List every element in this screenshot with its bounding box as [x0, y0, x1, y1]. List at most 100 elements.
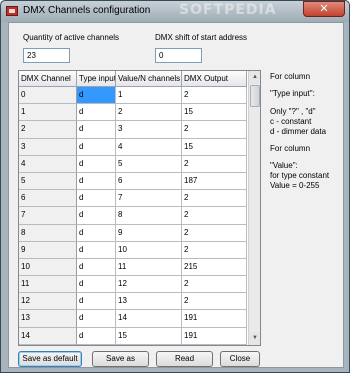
- help-text-line: For column: [270, 72, 311, 81]
- help-text-line: c - constant: [270, 117, 312, 126]
- cell-dmx-output[interactable]: 191: [182, 310, 247, 328]
- read-button[interactable]: Read: [156, 351, 213, 367]
- softpedia-watermark: SOFTPEDIA: [179, 2, 277, 18]
- cell-value[interactable]: 15: [116, 327, 182, 345]
- grid-vertical-scrollbar[interactable]: ▲ ▼: [248, 71, 260, 345]
- window-close-button[interactable]: ✕: [303, 1, 345, 17]
- table-row[interactable]: 12 d 13 2: [19, 293, 247, 311]
- cell-dmx-output[interactable]: 15: [182, 104, 247, 122]
- cell-dmx-output[interactable]: 15: [182, 138, 247, 156]
- column-header-value[interactable]: Value/N channels: [116, 71, 182, 87]
- cell-value[interactable]: 4: [116, 138, 182, 156]
- cell-dmx-output[interactable]: 2: [182, 207, 247, 225]
- app-icon: [6, 6, 18, 16]
- cell-dmx-channel: 4: [19, 155, 77, 173]
- table-row[interactable]: 10 d 11 215: [19, 258, 247, 277]
- cell-dmx-output[interactable]: 2: [182, 276, 247, 294]
- cell-dmx-channel: 12: [19, 293, 77, 311]
- cell-dmx-channel: 10: [19, 258, 77, 277]
- cell-dmx-output[interactable]: 2: [182, 241, 247, 259]
- help-text-line: For column: [270, 144, 311, 153]
- cell-type-input[interactable]: d: [77, 224, 116, 242]
- dmx-shift-input[interactable]: 0: [155, 48, 202, 63]
- cell-dmx-output[interactable]: 2: [182, 224, 247, 242]
- cell-type-input[interactable]: d: [77, 172, 116, 191]
- cell-dmx-channel: 9: [19, 241, 77, 259]
- cell-value[interactable]: 11: [116, 258, 182, 277]
- quantity-label: Quantity of active channels: [23, 33, 120, 42]
- cell-value[interactable]: 3: [116, 121, 182, 139]
- cell-type-input[interactable]: d: [77, 104, 116, 122]
- column-header-type-input[interactable]: Type input: [77, 71, 116, 87]
- close-button[interactable]: Close: [220, 351, 260, 367]
- table-row[interactable]: 3 d 4 15: [19, 138, 247, 156]
- cell-dmx-channel: 7: [19, 207, 77, 225]
- cell-value[interactable]: 7: [116, 190, 182, 208]
- cell-type-input[interactable]: d: [77, 310, 116, 328]
- close-icon: ✕: [319, 2, 329, 15]
- cell-dmx-output[interactable]: 215: [182, 258, 247, 277]
- table-row[interactable]: 14 d 15 191: [19, 327, 247, 345]
- cell-type-input[interactable]: d: [77, 190, 116, 208]
- channels-grid[interactable]: DMX Channel Type input Value/N channels …: [18, 70, 261, 346]
- cell-type-input[interactable]: d: [77, 121, 116, 139]
- cell-dmx-output[interactable]: 2: [182, 121, 247, 139]
- cell-value[interactable]: 1: [116, 87, 182, 105]
- cell-type-input[interactable]: d: [77, 327, 116, 345]
- cell-type-input[interactable]: d: [77, 293, 116, 311]
- help-text-line: Only "?" , "d": [270, 107, 316, 116]
- cell-value[interactable]: 9: [116, 224, 182, 242]
- cell-dmx-output[interactable]: 187: [182, 172, 247, 191]
- scroll-up-arrow-icon[interactable]: ▲: [249, 71, 260, 84]
- cell-type-input[interactable]: d: [77, 241, 116, 259]
- cell-value[interactable]: 14: [116, 310, 182, 328]
- table-row[interactable]: 8d92: [19, 224, 247, 242]
- cell-value[interactable]: 8: [116, 207, 182, 225]
- cell-dmx-channel: 11: [19, 276, 77, 294]
- quantity-input[interactable]: 23: [23, 48, 70, 63]
- cell-type-input[interactable]: d: [77, 276, 116, 294]
- cell-type-input[interactable]: d: [77, 155, 116, 173]
- cell-type-input[interactable]: d: [77, 87, 116, 105]
- column-header-dmx-output[interactable]: DMX Output: [182, 71, 247, 87]
- help-text-line: "Type input":: [270, 89, 315, 98]
- cell-type-input[interactable]: d: [77, 207, 116, 225]
- table-row[interactable]: 7d82: [19, 207, 247, 225]
- dmx-config-window: DMX Channels configuration SOFTPEDIA ✕ Q…: [0, 0, 350, 373]
- cell-dmx-channel: 0: [19, 87, 77, 105]
- table-row[interactable]: 11 d 12 2: [19, 276, 247, 294]
- save-as-default-button[interactable]: Save as default: [18, 351, 82, 367]
- cell-value[interactable]: 13: [116, 293, 182, 311]
- cell-dmx-output[interactable]: 191: [182, 327, 247, 345]
- save-as-button[interactable]: Save as: [92, 351, 149, 367]
- help-text-line: d - dimmer data: [270, 127, 327, 136]
- scroll-down-arrow-icon[interactable]: ▼: [249, 332, 260, 345]
- grid-header: DMX Channel Type input Value/N channels …: [19, 71, 247, 87]
- table-row[interactable]: 2d32: [19, 121, 247, 139]
- cell-dmx-channel: 13: [19, 310, 77, 328]
- column-header-dmx-channel[interactable]: DMX Channel: [19, 71, 77, 87]
- scrollbar-thumb[interactable]: [250, 85, 260, 107]
- cell-dmx-output[interactable]: 2: [182, 190, 247, 208]
- table-row[interactable]: 9 d 10 2: [19, 241, 247, 259]
- cell-value[interactable]: 12: [116, 276, 182, 294]
- cell-value[interactable]: 10: [116, 241, 182, 259]
- table-row[interactable]: 5 d 6 187: [19, 172, 247, 191]
- table-row[interactable]: 13 d 14 191: [19, 310, 247, 328]
- title-bar[interactable]: DMX Channels configuration SOFTPEDIA ✕: [1, 1, 349, 22]
- cell-type-input[interactable]: d: [77, 258, 116, 277]
- help-text-line: for type constant: [270, 171, 330, 180]
- cell-dmx-channel: 14: [19, 327, 77, 345]
- cell-dmx-output[interactable]: 2: [182, 293, 247, 311]
- cell-dmx-output[interactable]: 2: [182, 87, 247, 105]
- table-row[interactable]: 4d52: [19, 155, 247, 173]
- cell-dmx-output[interactable]: 2: [182, 155, 247, 173]
- table-row[interactable]: 0d12: [19, 87, 247, 105]
- cell-value[interactable]: 6: [116, 172, 182, 191]
- cell-value[interactable]: 2: [116, 104, 182, 122]
- cell-type-input[interactable]: d: [77, 138, 116, 156]
- help-text-line: Value = 0-255: [270, 181, 320, 190]
- cell-value[interactable]: 5: [116, 155, 182, 173]
- table-row[interactable]: 6d72: [19, 190, 247, 208]
- table-row[interactable]: 1 d 2 15: [19, 104, 247, 122]
